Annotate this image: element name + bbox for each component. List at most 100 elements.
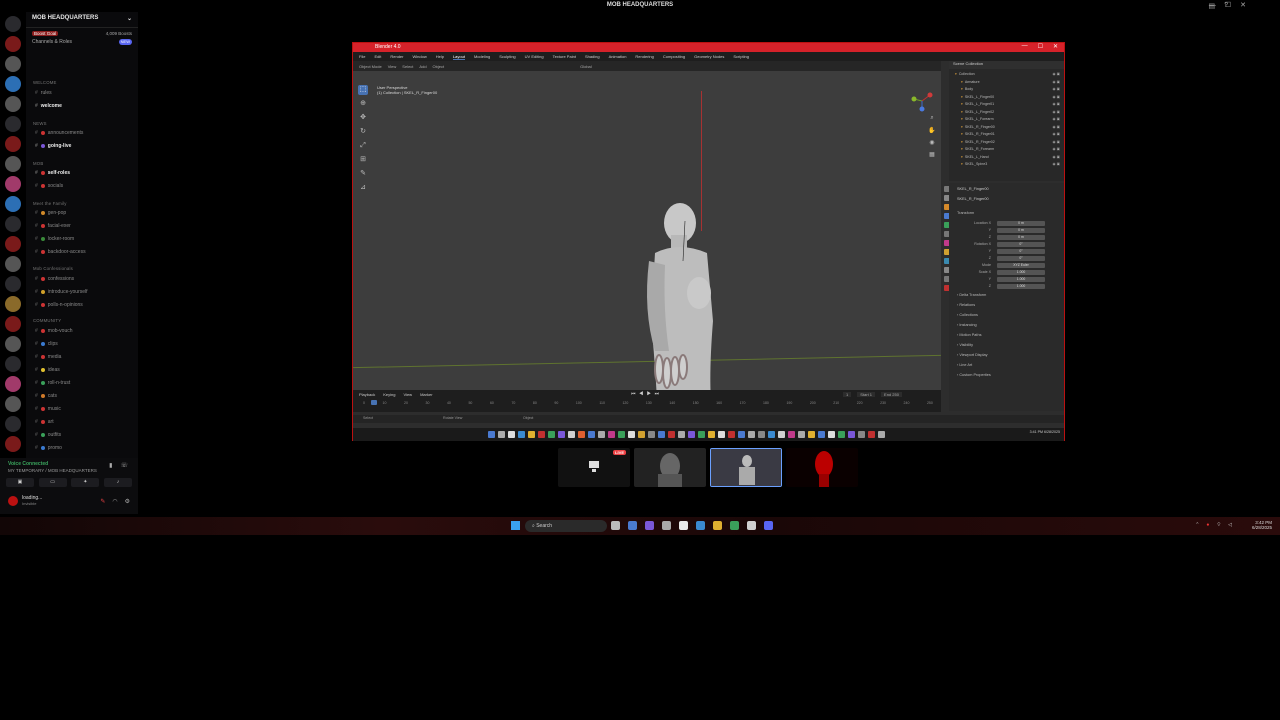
channel-item[interactable]: # locker-room — [35, 236, 74, 242]
channel-item[interactable]: # facial-exer — [35, 223, 71, 229]
category-header[interactable]: Meet the Family — [33, 201, 67, 206]
category-header[interactable]: Mob Confessionals — [33, 266, 73, 271]
category-header[interactable]: MOB — [33, 161, 43, 166]
soundboard-button[interactable]: ♪ — [103, 478, 132, 487]
stream-thumb-2[interactable] — [634, 448, 706, 487]
server-icon[interactable] — [5, 276, 21, 292]
channel-item[interactable]: # promo — [35, 445, 62, 451]
volume-icon[interactable]: ◁ — [1228, 522, 1232, 528]
channels-roles-link[interactable]: Channels & Roles NEW — [32, 39, 132, 45]
server-icon[interactable] — [5, 316, 21, 332]
channel-item[interactable]: # welcome — [35, 103, 62, 109]
server-icon[interactable] — [5, 156, 21, 172]
channel-item[interactable]: # polls-n-opinions — [35, 302, 83, 308]
headphones-icon[interactable]: ◠ — [112, 498, 117, 505]
close-button[interactable]: ✕ — [1240, 2, 1246, 10]
channel-item[interactable]: # media — [35, 354, 61, 360]
voice-channel[interactable]: MY TEMPORARY / MOB HEADQUARTERS — [8, 468, 97, 473]
server-icon[interactable] — [5, 116, 21, 132]
streamed-app-icon — [868, 431, 875, 438]
streamed-app-icon — [728, 431, 735, 438]
channel-item[interactable]: # music — [35, 406, 61, 412]
channel-item[interactable]: # mob-vouch — [35, 328, 73, 334]
server-icon[interactable] — [5, 416, 21, 432]
workspace-tab: Shading — [584, 54, 600, 59]
server-icon[interactable] — [5, 336, 21, 352]
channel-item[interactable]: # ideas — [35, 367, 60, 373]
server-icon[interactable] — [5, 396, 21, 412]
activity-button[interactable]: ✦ — [71, 478, 100, 487]
app-icon[interactable] — [747, 521, 756, 530]
server-icon[interactable] — [5, 296, 21, 312]
server-icon[interactable] — [5, 176, 21, 192]
maximize-button[interactable]: ☐ — [1225, 2, 1231, 10]
file-explorer-icon[interactable] — [713, 521, 722, 530]
disconnect-icon[interactable]: ☏ — [120, 462, 128, 469]
taskbar-clock[interactable]: 3:42 PM 6/28/2025 — [1252, 520, 1272, 530]
channel-item[interactable]: # rules — [35, 90, 52, 96]
transform-row: Location X0 m — [957, 221, 1061, 226]
boost-bar[interactable]: Boost Goal 4,009 Boosts — [32, 31, 132, 36]
navigation-gizmo-icon — [911, 92, 933, 112]
channel-item[interactable]: # announcements — [35, 130, 83, 136]
windows-start-icon[interactable] — [511, 521, 520, 530]
server-icon[interactable] — [5, 76, 21, 92]
server-icon[interactable] — [5, 96, 21, 112]
channel-item[interactable]: # socials — [35, 183, 63, 189]
server-icon[interactable] — [5, 196, 21, 212]
tray-app-icon[interactable]: ● — [1206, 522, 1209, 528]
stream-thumb-3[interactable] — [710, 448, 782, 487]
blender-status-bar: Select Rotate View Object — [353, 415, 1064, 423]
channel-item[interactable]: # self-roles — [35, 170, 70, 176]
server-icon[interactable] — [5, 356, 21, 372]
channel-item[interactable]: # outfits — [35, 432, 61, 438]
channel-item[interactable]: # going-live — [35, 143, 71, 149]
transform-field: 0 m — [997, 228, 1045, 233]
channel-item[interactable]: # clips — [35, 341, 58, 347]
chevron-down-icon[interactable]: ⌄ — [127, 15, 132, 24]
channel-item[interactable]: # cats — [35, 393, 57, 399]
category-header[interactable]: COMMUNITY — [33, 318, 61, 323]
app-icon[interactable] — [662, 521, 671, 530]
server-icon[interactable] — [5, 36, 21, 52]
stream-thumb-1[interactable]: LIVE — [558, 448, 630, 487]
gear-icon[interactable]: ⚙ — [125, 498, 130, 505]
user-panel[interactable]: loading... Invisible — [8, 495, 42, 506]
chevron-up-icon[interactable]: ⌃ — [1195, 522, 1199, 528]
screen-share-button[interactable]: ▭ — [38, 478, 67, 487]
minimize-button[interactable]: — — [1209, 2, 1216, 10]
server-icon[interactable] — [5, 56, 21, 72]
discord-taskbar-icon[interactable] — [764, 521, 773, 530]
app-icon[interactable] — [679, 521, 688, 530]
taskbar-search[interactable]: ⌕ Search — [525, 520, 607, 532]
channel-item[interactable]: # confessions — [35, 276, 74, 282]
channel-item[interactable]: # art — [35, 419, 54, 425]
task-view-icon[interactable] — [611, 521, 620, 530]
server-icon[interactable] — [5, 136, 21, 152]
channel-item[interactable]: # backdoor-access — [35, 249, 86, 255]
channel-item[interactable]: # introduce-yourself — [35, 289, 88, 295]
app-icon[interactable] — [730, 521, 739, 530]
server-icon[interactable] — [5, 236, 21, 252]
category-header[interactable]: WELCOME — [33, 80, 57, 85]
server-icon[interactable] — [5, 376, 21, 392]
network-icon[interactable]: ⌔ — [1216, 522, 1221, 528]
channel-item[interactable]: # gen-pop — [35, 210, 66, 216]
channel-item[interactable]: # roll-n-trust — [35, 380, 70, 386]
mute-icon[interactable]: ✎ — [100, 498, 105, 505]
stream-thumb-4[interactable] — [786, 448, 858, 487]
category-header[interactable]: NEWS — [33, 121, 47, 126]
server-icon[interactable] — [5, 216, 21, 232]
server-icon[interactable] — [5, 436, 21, 452]
signal-icon[interactable]: ▮ — [109, 462, 112, 469]
stream-view[interactable]: Blender 4.0 — ☐ ✕ File Edit Render Window … — [352, 42, 1065, 441]
voice-status[interactable]: Voice Connected — [8, 461, 48, 467]
camera-button[interactable]: ▣ — [6, 478, 34, 487]
guild-header[interactable]: MOB HEADQUARTERS ⌄ — [26, 12, 138, 28]
app-icon[interactable] — [628, 521, 637, 530]
home-server-icon[interactable] — [5, 16, 21, 32]
server-icon[interactable] — [5, 256, 21, 272]
edge-icon[interactable] — [696, 521, 705, 530]
maximize-icon: ☐ — [1037, 44, 1043, 50]
app-icon[interactable] — [645, 521, 654, 530]
